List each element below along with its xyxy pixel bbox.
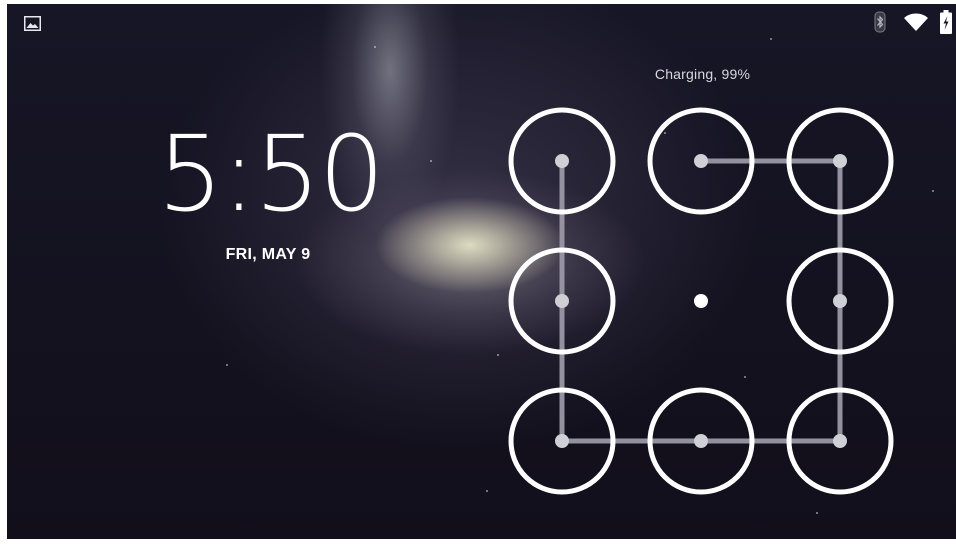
- pattern-dot-1[interactable]: [555, 154, 569, 168]
- pattern-dot-2[interactable]: [694, 154, 708, 168]
- pattern-dot-4[interactable]: [555, 294, 569, 308]
- pattern-dot-7[interactable]: [555, 434, 569, 448]
- pattern-dot-8[interactable]: [694, 434, 708, 448]
- lock-screen: Charging, 99% 5:50 FRI, MAY 9: [0, 0, 956, 544]
- pattern-dot-6[interactable]: [833, 294, 847, 308]
- pattern-lock[interactable]: [0, 0, 956, 544]
- pattern-dot-3[interactable]: [833, 154, 847, 168]
- pattern-dot-9[interactable]: [833, 434, 847, 448]
- pattern-dot-5[interactable]: [694, 294, 708, 308]
